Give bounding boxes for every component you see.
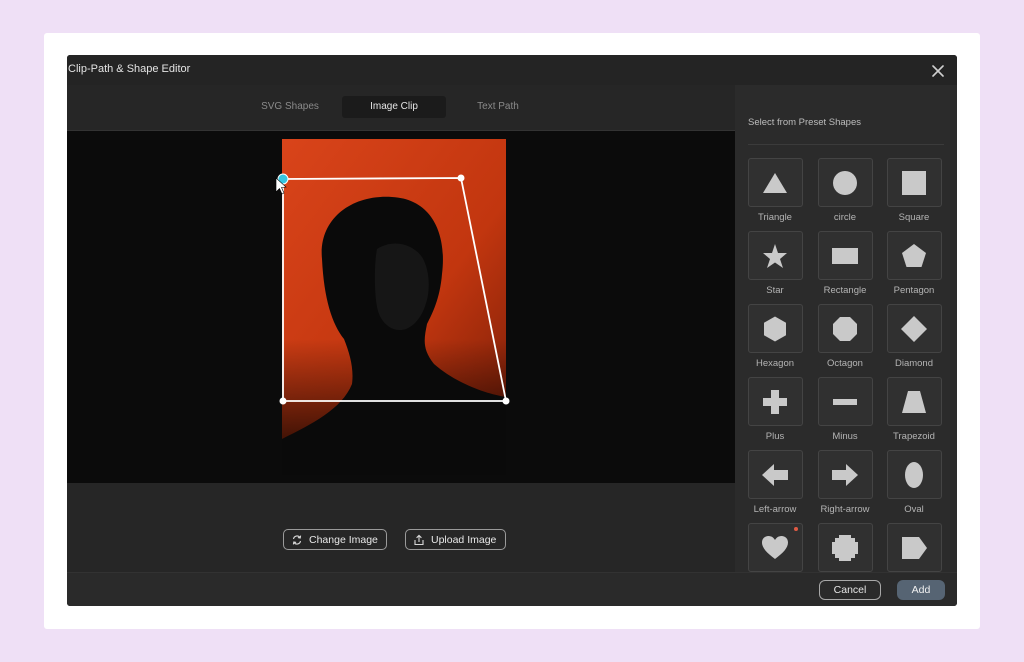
tab-image-clip[interactable]: Image Clip <box>342 96 446 118</box>
clip-canvas[interactable] <box>67 131 735 483</box>
left-arrow-icon <box>762 463 788 486</box>
preset-label: Diamond <box>894 358 934 369</box>
preset-plus[interactable]: Plus <box>747 377 803 442</box>
preset-label: Square <box>898 212 930 223</box>
preset-heart[interactable] <box>747 523 803 572</box>
preset-label: Plus <box>765 431 785 442</box>
plus-icon <box>763 389 787 414</box>
cancel-button[interactable]: Cancel <box>819 580 881 600</box>
preset-triangle[interactable]: Triangle <box>747 158 803 223</box>
dialog-footer: Cancel Add <box>67 572 957 606</box>
square-icon <box>902 170 926 195</box>
add-button[interactable]: Add <box>897 580 945 600</box>
preset-tag[interactable] <box>886 523 942 572</box>
preset-octagon[interactable]: Octagon <box>817 304 873 369</box>
tab-svg-shapes[interactable]: SVG Shapes <box>253 96 327 118</box>
octagon-icon <box>833 316 857 341</box>
preset-label: Left-arrow <box>753 504 797 515</box>
preset-label: Triangle <box>758 212 792 223</box>
preset-shapes-header: Select from Preset Shapes <box>748 117 861 128</box>
star-icon <box>763 243 787 268</box>
dialog-titlebar: Clip-Path & Shape Editor <box>67 55 957 85</box>
right-arrow-icon <box>832 463 858 486</box>
preset-label: Minus <box>832 431 858 442</box>
preset-label: circle <box>833 212 857 223</box>
triangle-icon <box>763 172 787 193</box>
preset-minus[interactable]: Minus <box>817 377 873 442</box>
oval-icon <box>905 461 923 488</box>
editor-pane: SVG Shapes Image Clip Text Path Change I… <box>67 85 735 572</box>
trapezoid-icon <box>902 390 926 413</box>
preset-oval[interactable]: Oval <box>886 450 942 515</box>
upload-icon <box>414 534 424 545</box>
preset-circle[interactable]: circle <box>817 158 873 223</box>
change-image-button[interactable]: Change Image <box>283 529 387 550</box>
pentagon-icon <box>902 243 926 267</box>
preset-square[interactable]: Square <box>886 158 942 223</box>
minus-icon <box>833 398 857 405</box>
tag-icon <box>902 536 927 559</box>
preset-rectangle[interactable]: Rectangle <box>817 231 873 296</box>
circle-icon <box>833 170 857 195</box>
refresh-icon <box>292 534 302 545</box>
hexagon-icon <box>764 316 786 341</box>
close-button[interactable] <box>927 60 949 82</box>
preset-shapes-panel: Select from Preset Shapes Triangle circl… <box>735 85 957 572</box>
upload-image-label: Upload Image <box>431 533 497 546</box>
rectangle-icon <box>832 247 858 264</box>
preset-pentagon[interactable]: Pentagon <box>886 231 942 296</box>
new-indicator-dot <box>793 527 798 531</box>
preset-label: Hexagon <box>755 358 795 369</box>
rounded-octagon-icon <box>832 534 858 561</box>
clip-path-editor-dialog: Clip-Path & Shape Editor SVG Shapes Imag… <box>67 55 957 606</box>
heart-icon <box>762 535 788 559</box>
preset-label: Pentagon <box>893 285 935 296</box>
portrait-photo <box>282 139 506 475</box>
preset-right-arrow[interactable]: Right-arrow <box>817 450 873 515</box>
change-image-label: Change Image <box>309 533 378 546</box>
preset-label: Trapezoid <box>893 431 935 442</box>
preset-star[interactable]: Star <box>747 231 803 296</box>
preset-label: Star <box>766 285 784 296</box>
preset-label: Octagon <box>827 358 863 369</box>
close-icon <box>932 65 944 77</box>
image-actions: Change Image Upload Image <box>67 483 735 572</box>
editor-tabs: SVG Shapes Image Clip Text Path <box>67 85 735 131</box>
preset-label: Rectangle <box>823 285 867 296</box>
preset-diamond[interactable]: Diamond <box>886 304 942 369</box>
preset-trapezoid[interactable]: Trapezoid <box>886 377 942 442</box>
preset-rounded-octagon[interactable] <box>817 523 873 572</box>
dialog-title: Clip-Path & Shape Editor <box>68 63 191 75</box>
divider <box>748 144 944 145</box>
tab-text-path[interactable]: Text Path <box>461 96 535 118</box>
upload-image-button[interactable]: Upload Image <box>405 529 506 550</box>
preset-hexagon[interactable]: Hexagon <box>747 304 803 369</box>
diamond-icon <box>901 315 927 342</box>
preset-left-arrow[interactable]: Left-arrow <box>747 450 803 515</box>
preset-label: Oval <box>904 504 924 515</box>
preset-label: Right-arrow <box>820 504 870 515</box>
